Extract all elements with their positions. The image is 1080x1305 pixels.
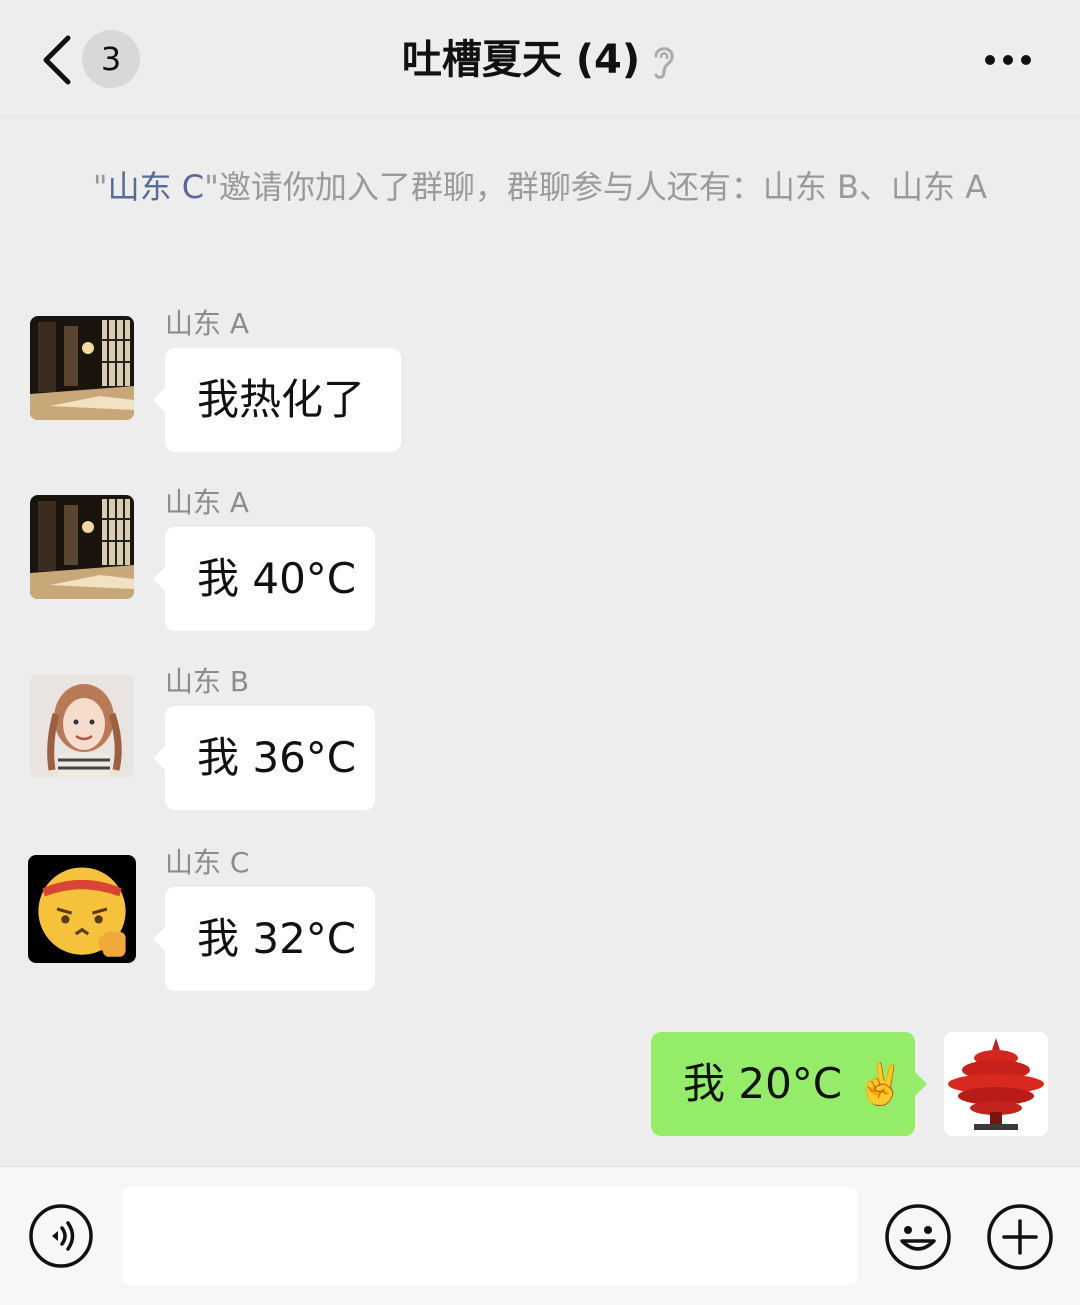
message-bubble[interactable]: 我 40°C xyxy=(153,527,375,631)
sender-name: 山东 A xyxy=(165,307,250,340)
notice-quote: " xyxy=(92,168,108,206)
message-bubble[interactable]: 我 32°C xyxy=(153,887,375,991)
sender-name: 山东 A xyxy=(165,486,250,519)
ear-icon xyxy=(654,47,674,79)
chat-title-text: 吐槽夏天 (4) xyxy=(401,37,641,83)
message-bubble[interactable]: 我热化了 xyxy=(153,348,401,452)
system-notice: "山东 C"邀请你加入了群聊，群聊参与人还有：山东 B、山东 A xyxy=(70,158,1010,216)
chat-title: 吐槽夏天 (4) xyxy=(0,30,1080,90)
chat-header: 3 吐槽夏天 (4) xyxy=(0,0,1080,117)
my-message-bubble[interactable]: 我 20°C ✌️ xyxy=(651,1032,927,1136)
my-avatar[interactable] xyxy=(944,1032,1048,1136)
sender-name: 山东 C xyxy=(165,846,250,879)
plus-icon[interactable] xyxy=(986,1203,1054,1271)
sender-name: 山东 B xyxy=(165,665,250,698)
smiley-icon[interactable] xyxy=(884,1203,952,1271)
avatar[interactable] xyxy=(30,495,134,599)
my-message-text: 我 20°C xyxy=(683,1059,843,1108)
voice-icon[interactable] xyxy=(28,1203,94,1269)
message-input[interactable] xyxy=(122,1187,858,1285)
message-bubble[interactable]: 我 36°C xyxy=(153,706,375,810)
more-dots-icon[interactable] xyxy=(984,50,1032,70)
inviter-link[interactable]: 山东 C xyxy=(108,168,205,206)
avatar[interactable] xyxy=(30,316,134,420)
avatar[interactable] xyxy=(30,674,134,778)
notice-text: "邀请你加入了群聊，群聊参与人还有：山东 B、山东 A xyxy=(204,168,988,206)
victory-hand-emoji: ✌️ xyxy=(855,1062,906,1108)
input-bar xyxy=(0,1166,1080,1305)
avatar[interactable] xyxy=(28,855,136,963)
